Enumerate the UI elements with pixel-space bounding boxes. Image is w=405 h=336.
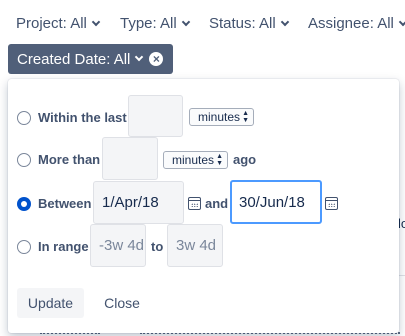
select-arrows-icon: ▲ ▼ [216,153,223,167]
within-last-radio[interactable] [17,111,31,125]
more-than-suffix: ago [233,152,257,167]
in-range-from-input[interactable]: -3w 4d [90,224,146,267]
in-range-radio[interactable] [17,240,31,254]
more-than-unit-select[interactable]: minutes ▲ ▼ [163,151,228,169]
more-than-unit-value: minutes [172,153,215,167]
created-date-filter[interactable]: Created Date: All × [8,44,174,74]
background-divider [398,275,405,276]
close-circle-icon[interactable]: × [149,52,164,66]
more-than-label: More than [38,152,101,167]
within-last-input[interactable] [128,95,183,137]
status-filter-label: Status: All [209,15,276,32]
chevron-down-icon [280,17,289,26]
between-joiner: and [205,196,229,211]
update-button[interactable]: Update [17,288,84,318]
created-date-filter-label: Created Date: All [17,50,131,68]
between-from-input[interactable]: 1/Apr/18 [93,181,184,224]
type-filter[interactable]: Type: All [120,15,190,32]
chevron-down-icon [398,17,405,26]
chevron-down-icon [135,52,144,62]
type-filter-label: Type: All [120,15,177,32]
date-filter-panel: Within the last minutes ▲ ▼ More than min… [8,79,399,333]
assignee-filter[interactable]: Assignee: All [308,15,405,32]
between-label: Between [38,196,92,211]
filter-bar: Project: All Type: All Status: All Assig… [0,15,405,39]
calendar-icon[interactable] [325,197,338,210]
between-to-input[interactable]: 30/Jun/18 [230,180,322,224]
within-last-label: Within the last [38,110,127,125]
more-than-radio[interactable] [17,153,31,167]
calendar-icon[interactable] [188,197,201,210]
chevron-down-icon [181,17,190,26]
within-last-unit-select[interactable]: minutes ▲ ▼ [189,108,254,126]
status-filter[interactable]: Status: All [209,15,289,32]
project-filter[interactable]: Project: All [16,15,101,32]
assignee-filter-label: Assignee: All [308,15,394,32]
in-range-label: In range [38,239,89,254]
background-text: lo [398,216,405,231]
in-range-to-input[interactable]: 3w 4d [167,224,223,267]
between-radio[interactable] [17,197,31,211]
in-range-joiner: to [151,239,164,254]
within-last-unit-value: minutes [198,110,241,124]
more-than-input[interactable] [102,137,158,180]
project-filter-label: Project: All [16,15,87,32]
close-button[interactable]: Close [97,288,147,318]
select-arrows-icon: ▲ ▼ [242,110,249,124]
chevron-down-icon [91,17,101,26]
